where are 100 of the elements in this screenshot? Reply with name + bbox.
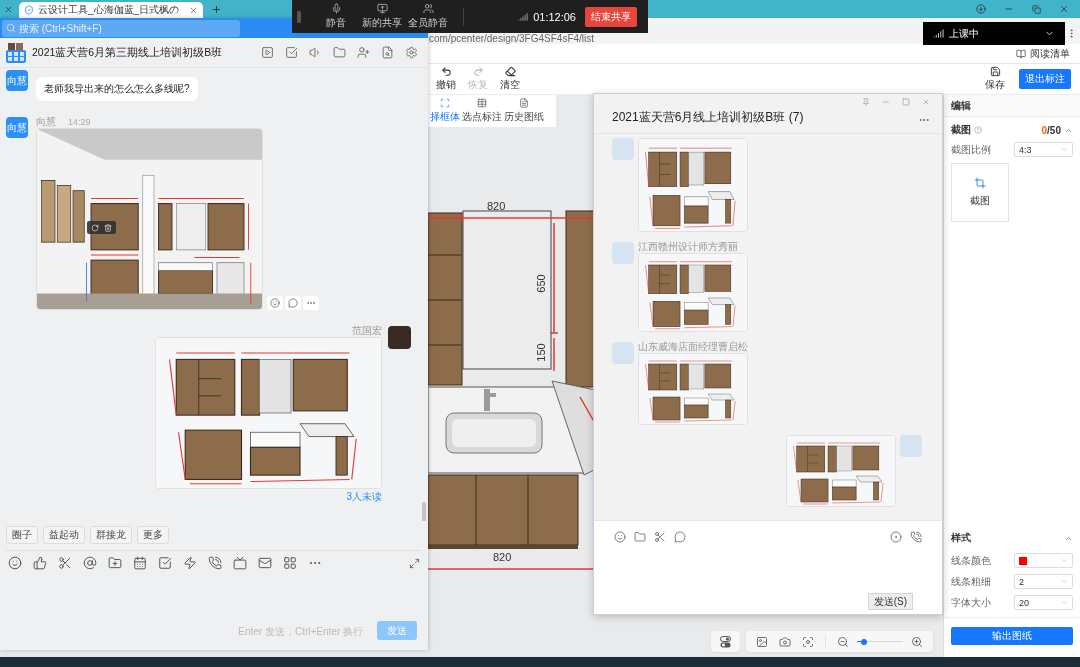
speaker-icon[interactable] bbox=[309, 46, 322, 59]
tab-title: 云设计工具_心海伽蓝_日式枫の bbox=[38, 3, 181, 17]
dimension-label: 650 bbox=[534, 274, 548, 293]
export-button[interactable]: 输出图纸 bbox=[951, 627, 1073, 645]
share-bar-button[interactable]: 静音 bbox=[315, 3, 357, 30]
reply-button[interactable] bbox=[285, 296, 301, 310]
search-field[interactable]: 搜索 (Ctrl+Shift+F) bbox=[2, 19, 240, 37]
calendar-icon[interactable] bbox=[133, 556, 147, 570]
emoji-icon[interactable] bbox=[614, 531, 626, 543]
avatar-placeholder[interactable] bbox=[388, 326, 411, 349]
toggle-icon[interactable] bbox=[720, 635, 731, 648]
signal-icon bbox=[518, 11, 529, 22]
screen-share-icon bbox=[376, 3, 388, 14]
field-label: 线条粗细 bbox=[951, 574, 991, 589]
toolbar-button[interactable]: 撤销 bbox=[430, 66, 462, 92]
search-list-icon[interactable] bbox=[381, 46, 394, 59]
cabinet-drawing[interactable] bbox=[786, 435, 896, 507]
checkbox-icon[interactable] bbox=[285, 46, 298, 59]
zoom-out-icon[interactable] bbox=[837, 635, 849, 648]
close-icon[interactable] bbox=[4, 4, 13, 14]
folder-icon[interactable] bbox=[634, 531, 646, 543]
record-icon[interactable] bbox=[890, 531, 902, 543]
annotation-tool[interactable]: 选点标注 bbox=[462, 98, 502, 124]
undo-icon bbox=[440, 66, 452, 77]
emoji-icon[interactable] bbox=[8, 556, 22, 570]
annotation-tool[interactable]: 择框体 bbox=[430, 98, 460, 124]
message-bubble: 老师我导出来的怎么怎么多线呢? bbox=[36, 77, 198, 101]
field-label: 字体大小 bbox=[951, 595, 991, 610]
caret-icon bbox=[1061, 146, 1068, 153]
folder-icon[interactable] bbox=[333, 46, 346, 59]
browser-tab[interactable]: 云设计工具_心海伽蓝_日式枫の bbox=[19, 2, 203, 18]
more-button[interactable] bbox=[303, 296, 319, 310]
grid-icon[interactable] bbox=[283, 556, 297, 570]
value-select[interactable]: 2 bbox=[1014, 574, 1073, 589]
cabinet-drawing[interactable] bbox=[638, 138, 748, 232]
share-bar-button[interactable]: 全员静音 bbox=[407, 3, 449, 30]
grid-icon bbox=[477, 98, 487, 108]
tv-icon[interactable] bbox=[233, 556, 247, 570]
quick-action-button[interactable]: 圈子 bbox=[6, 526, 38, 544]
color-select[interactable] bbox=[1014, 553, 1073, 568]
value-select[interactable]: 20 bbox=[1014, 595, 1073, 610]
expand-icon[interactable] bbox=[409, 557, 420, 569]
cabinet-drawing[interactable] bbox=[36, 128, 263, 310]
scrollbar[interactable] bbox=[422, 502, 426, 521]
document-icon bbox=[519, 98, 529, 108]
sender-name: 向慧 bbox=[36, 117, 56, 127]
at-sign-icon[interactable] bbox=[83, 556, 97, 570]
chat-title: 2021蓝天营6月线上培训初级B班 (7) bbox=[612, 108, 804, 126]
screenshot-button[interactable]: 截图 bbox=[951, 163, 1009, 222]
checkbox-icon[interactable] bbox=[158, 556, 172, 570]
video-icon[interactable] bbox=[261, 46, 274, 59]
url-text[interactable]: com/pcenter/design/3FG4SF4sF4/list bbox=[429, 33, 595, 44]
share-bar-button[interactable]: 新的共享 bbox=[361, 3, 403, 30]
thumbs-up-icon[interactable] bbox=[33, 556, 47, 570]
new-tab-icon[interactable] bbox=[211, 3, 222, 15]
panel-title: 编辑 bbox=[944, 95, 1080, 117]
cabinet-drawing[interactable] bbox=[155, 337, 382, 489]
mail-icon[interactable] bbox=[258, 556, 272, 570]
camera-icon[interactable] bbox=[779, 635, 791, 648]
crop-icon bbox=[974, 177, 986, 189]
chat-title: 2021蓝天营6月第三期线上培训初级B班 bbox=[32, 45, 223, 60]
folder-plus-icon[interactable] bbox=[108, 556, 122, 570]
quick-action-button[interactable]: 益起动 bbox=[43, 526, 85, 544]
close-icon[interactable] bbox=[1059, 4, 1069, 14]
close-icon[interactable] bbox=[189, 5, 198, 15]
slider-thumb[interactable] bbox=[860, 638, 867, 645]
rotate-icon[interactable] bbox=[91, 223, 99, 232]
end-share-button[interactable]: 结束共享 bbox=[585, 6, 637, 27]
image-icon[interactable] bbox=[756, 635, 768, 648]
chat-bubble-icon[interactable] bbox=[674, 531, 686, 543]
cabinet-drawing[interactable] bbox=[638, 253, 748, 332]
zoom-in-icon[interactable] bbox=[911, 635, 923, 648]
trash-icon[interactable] bbox=[104, 223, 112, 232]
cabinet-drawing[interactable] bbox=[638, 353, 748, 425]
annotation-tool[interactable]: 历史图纸 bbox=[504, 98, 544, 124]
scissors-icon[interactable] bbox=[654, 531, 666, 543]
quick-action-button[interactable]: 群接龙 bbox=[90, 526, 132, 544]
class-status-button[interactable]: 上课中 bbox=[923, 22, 1065, 45]
search-icon bbox=[6, 22, 16, 33]
restore-icon[interactable] bbox=[1032, 4, 1041, 14]
send-button[interactable]: 发送(S) bbox=[867, 593, 913, 610]
drag-handle-icon[interactable] bbox=[297, 10, 301, 23]
save-button[interactable]: 保存 bbox=[979, 66, 1011, 92]
settings-icon[interactable] bbox=[405, 46, 418, 59]
download-icon[interactable] bbox=[976, 4, 986, 14]
add-user-icon[interactable] bbox=[357, 46, 370, 59]
exit-annotation-button[interactable]: 退出标注 bbox=[1019, 69, 1071, 89]
phone-icon[interactable] bbox=[910, 531, 922, 543]
quick-action-button[interactable]: 更多 bbox=[137, 526, 169, 544]
caret-icon bbox=[1061, 599, 1068, 606]
ratio-select[interactable]: 4:3 bbox=[1014, 142, 1073, 157]
lightning-icon[interactable] bbox=[183, 556, 197, 570]
scissors-icon[interactable] bbox=[58, 556, 72, 570]
reaction-button[interactable] bbox=[267, 296, 283, 310]
phone-icon[interactable] bbox=[208, 556, 222, 570]
reading-list-link[interactable]: 阅读清单 bbox=[1016, 46, 1070, 61]
focus-icon[interactable] bbox=[802, 635, 814, 648]
toolbar-button[interactable]: 清空 bbox=[494, 66, 526, 92]
message-time: 14:29 bbox=[68, 117, 91, 127]
dimension-line bbox=[553, 337, 555, 372]
